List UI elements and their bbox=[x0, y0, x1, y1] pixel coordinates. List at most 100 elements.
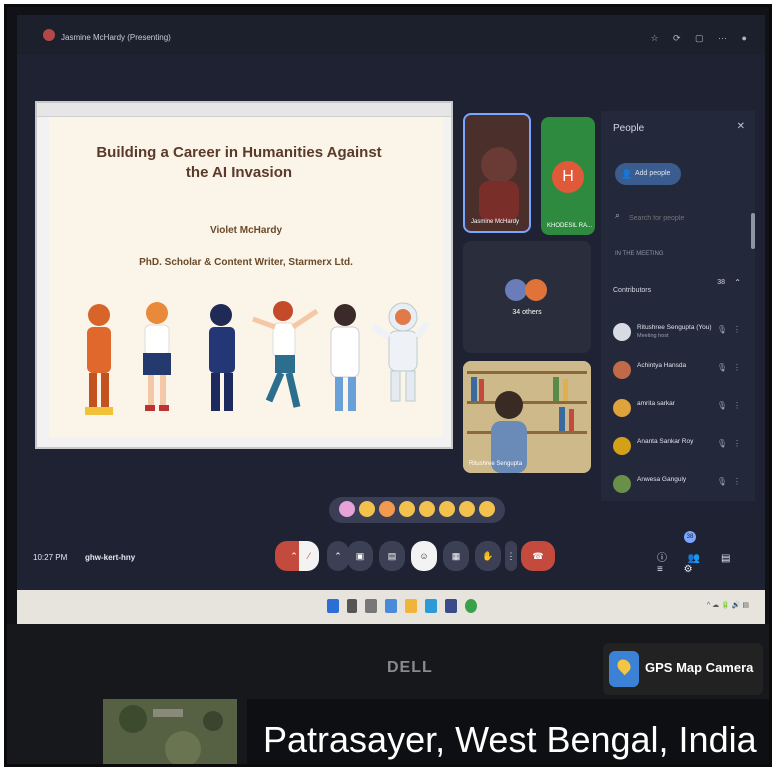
search-icon[interactable] bbox=[347, 599, 357, 613]
avatar bbox=[613, 437, 631, 455]
reactions-bar bbox=[329, 497, 505, 523]
meet-logo-icon bbox=[43, 29, 55, 41]
start-icon[interactable] bbox=[327, 599, 339, 613]
emoji-reactions-button[interactable]: ☺ bbox=[411, 541, 437, 571]
location-panel: Patrasayer, West Bengal, India bbox=[247, 699, 769, 764]
heart-emoji-icon[interactable] bbox=[339, 501, 355, 517]
os-taskbar: ^ ☁ 🔋 🔊 ▤ bbox=[17, 590, 765, 624]
self-name: Ritushree Sengupta bbox=[469, 461, 523, 467]
task-view-icon[interactable] bbox=[365, 599, 377, 613]
slide-role: PhD. Scholar & Content Writer, Starmerx … bbox=[139, 257, 353, 268]
add-people-label: Add people bbox=[635, 170, 671, 177]
file-explorer-icon[interactable] bbox=[405, 599, 417, 613]
mic-off-icon: 🎙 bbox=[716, 363, 727, 372]
chrome-icon[interactable] bbox=[465, 599, 477, 613]
presenting-label: Jasmine McHardy (Presenting) bbox=[61, 33, 171, 42]
list-item[interactable]: Achintya Hansda 🎙 ⋮ bbox=[613, 359, 745, 383]
clap-emoji-icon[interactable] bbox=[399, 501, 415, 517]
mic-off-icon[interactable]: ⁄ bbox=[299, 541, 319, 571]
others-count: 34 others bbox=[512, 309, 542, 316]
raise-hand-button[interactable]: ✋ bbox=[475, 541, 501, 571]
close-icon[interactable]: ✕ bbox=[737, 121, 745, 132]
more-options-icon[interactable]: ⋮ bbox=[733, 439, 741, 448]
pin-shape bbox=[614, 656, 634, 676]
map-pin-icon bbox=[609, 651, 639, 687]
person-name: Anwesa Ganguly bbox=[637, 476, 687, 483]
person-name: amrita sarkar bbox=[637, 400, 675, 407]
list-item[interactable]: amrita sarkar 🎙 ⋮ bbox=[613, 397, 745, 421]
firefighter-figure bbox=[85, 304, 113, 415]
gps-camera-badge: GPS Map Camera bbox=[603, 643, 763, 695]
thinking-emoji-icon[interactable] bbox=[479, 501, 495, 517]
person-name: Ananta Sankar Roy bbox=[637, 438, 694, 445]
captions-button[interactable]: ▤ bbox=[379, 541, 405, 571]
map-thumbnail bbox=[103, 699, 237, 764]
bookshelf-video bbox=[463, 361, 591, 473]
add-people-button[interactable]: 👤 Add people bbox=[615, 163, 681, 185]
person-name: Ritushree Sengupta (You) bbox=[637, 324, 712, 331]
list-item[interactable]: Anwesa Ganguly 🎙 ⋮ bbox=[613, 473, 745, 497]
system-tray[interactable]: ^ ☁ 🔋 🔊 ▤ bbox=[707, 601, 749, 609]
police-figure bbox=[209, 304, 235, 411]
people-panel-title: People bbox=[613, 123, 645, 134]
browser-toolbar-icons[interactable]: ☆ ⟳ ▢ ⋯ ● bbox=[650, 33, 753, 44]
party-emoji-icon[interactable] bbox=[379, 501, 395, 517]
widgets-icon[interactable] bbox=[385, 599, 397, 613]
others-tile[interactable]: 34 others bbox=[463, 241, 591, 353]
chevron-up-icon: ⌃ bbox=[734, 278, 741, 287]
person-role: Meeting host bbox=[637, 333, 669, 339]
girl-figure bbox=[143, 302, 171, 411]
top-bar: Jasmine McHardy (Presenting) ☆ ⟳ ▢ ⋯ ● bbox=[17, 15, 765, 55]
gps-app-label: GPS Map Camera bbox=[645, 660, 754, 675]
slide-author: Violet McHardy bbox=[209, 225, 283, 236]
laugh-emoji-icon[interactable] bbox=[419, 501, 435, 517]
people-scrollbar[interactable] bbox=[751, 213, 755, 249]
in-meeting-label: IN THE MEETING bbox=[615, 251, 664, 257]
contributors-label: Contributors bbox=[613, 287, 652, 294]
search-input[interactable] bbox=[613, 207, 745, 229]
avatar bbox=[613, 323, 631, 341]
more-options-icon[interactable]: ⋮ bbox=[733, 477, 741, 486]
more-options-icon[interactable]: ⋮ bbox=[733, 363, 741, 372]
contributors-count: 38 bbox=[717, 279, 725, 286]
list-item[interactable]: Ritushree Sengupta (You) Meeting host 🎙 … bbox=[613, 321, 745, 345]
meeting-side-controls[interactable]: ⓘ 👥 ▤ ≡ ⚙ bbox=[657, 549, 765, 575]
meeting-code: ghw-kert-hny bbox=[85, 553, 136, 562]
more-options-icon[interactable]: ⋮ bbox=[733, 401, 741, 410]
sad-emoji-icon[interactable] bbox=[459, 501, 475, 517]
presenter-video bbox=[479, 147, 519, 221]
participant-tile-h[interactable]: H KHODESIL RA... bbox=[541, 117, 595, 235]
shared-screen-window: Building a Career in Humanities Against … bbox=[35, 101, 453, 449]
people-panel: People ✕ 👤 Add people ⌕ IN THE MEETING C… bbox=[601, 111, 755, 501]
contributors-header[interactable]: Contributors 38 ⌃ bbox=[613, 278, 743, 297]
camera-options-button[interactable]: ⌃ bbox=[327, 541, 349, 571]
meeting-clock: 10:27 PM bbox=[33, 553, 68, 562]
more-options-icon[interactable]: ⋮ bbox=[733, 325, 741, 334]
participant-name: KHODESIL RA... bbox=[547, 223, 593, 229]
surprised-emoji-icon[interactable] bbox=[439, 501, 455, 517]
avatar bbox=[613, 361, 631, 379]
avatar bbox=[613, 399, 631, 417]
camera-toggle-button[interactable]: ▣ bbox=[347, 541, 373, 571]
avatar bbox=[525, 279, 547, 301]
mic-off-icon: 🎙 bbox=[716, 325, 727, 334]
end-call-button[interactable]: ☎ bbox=[521, 541, 555, 571]
more-options-button[interactable]: ⋮ bbox=[505, 541, 517, 571]
add-person-icon: 👤 bbox=[621, 169, 633, 179]
presenter-tile[interactable]: Jasmine McHardy bbox=[463, 113, 531, 233]
slide-window-bar bbox=[37, 103, 451, 117]
person-name: Achintya Hansda bbox=[637, 362, 687, 369]
thumbs-up-emoji-icon[interactable] bbox=[359, 501, 375, 517]
mic-off-icon: 🎙 bbox=[716, 439, 727, 448]
satellite-map-image bbox=[103, 699, 237, 764]
doctor-figure bbox=[330, 304, 360, 411]
presentation-slide: Building a Career in Humanities Against … bbox=[49, 117, 443, 437]
list-item[interactable]: Ananta Sankar Roy 🎙 ⋮ bbox=[613, 435, 745, 459]
store-icon[interactable] bbox=[445, 599, 457, 613]
edge-icon[interactable] bbox=[425, 599, 437, 613]
self-camera-tile[interactable]: Ritushree Sengupta bbox=[463, 361, 591, 473]
present-screen-button[interactable]: ▦ bbox=[443, 541, 469, 571]
mic-off-icon: 🎙 bbox=[716, 477, 727, 486]
avatar: H bbox=[552, 161, 584, 193]
career-kids-illustration bbox=[85, 301, 429, 415]
